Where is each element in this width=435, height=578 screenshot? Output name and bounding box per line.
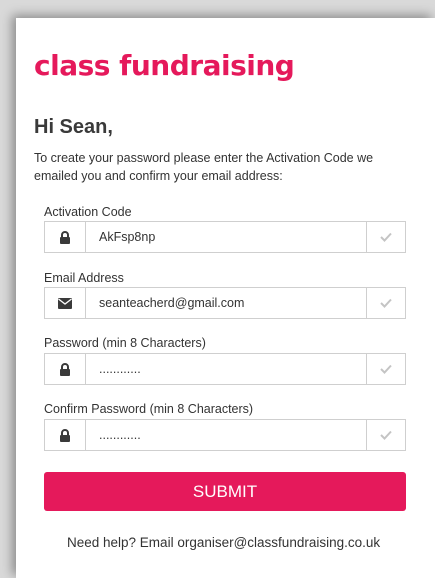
confirm-password-field xyxy=(44,419,406,451)
lock-icon xyxy=(45,222,86,252)
activation-code-label: Activation Code xyxy=(44,205,132,219)
checkmark-icon xyxy=(366,222,405,252)
lock-icon xyxy=(45,420,86,450)
greeting: Hi Sean, xyxy=(34,116,113,138)
email-input[interactable] xyxy=(86,288,366,318)
intro-text: To create your password please enter the… xyxy=(34,151,374,183)
lock-icon xyxy=(45,354,86,384)
password-input[interactable] xyxy=(86,354,366,384)
envelope-icon xyxy=(45,288,86,318)
email-field xyxy=(44,287,406,319)
confirm-password-input[interactable] xyxy=(86,420,366,450)
checkmark-icon xyxy=(366,288,405,318)
password-label: Password (min 8 Characters) xyxy=(44,336,206,350)
activation-code-input[interactable] xyxy=(86,222,366,252)
confirm-password-label: Confirm Password (min 8 Characters) xyxy=(44,402,254,416)
help-text: Need help? Email organiser@classfundrais… xyxy=(67,535,381,550)
brand-logo: class fundraising xyxy=(34,49,295,82)
email-label: Email Address xyxy=(44,271,124,285)
password-field xyxy=(44,353,406,385)
activation-code-field xyxy=(44,221,406,253)
registration-card: class fundraising Hi Sean, To create you… xyxy=(16,18,435,578)
checkmark-icon xyxy=(366,354,405,384)
submit-button[interactable]: SUBMIT xyxy=(44,472,406,511)
checkmark-icon xyxy=(366,420,405,450)
